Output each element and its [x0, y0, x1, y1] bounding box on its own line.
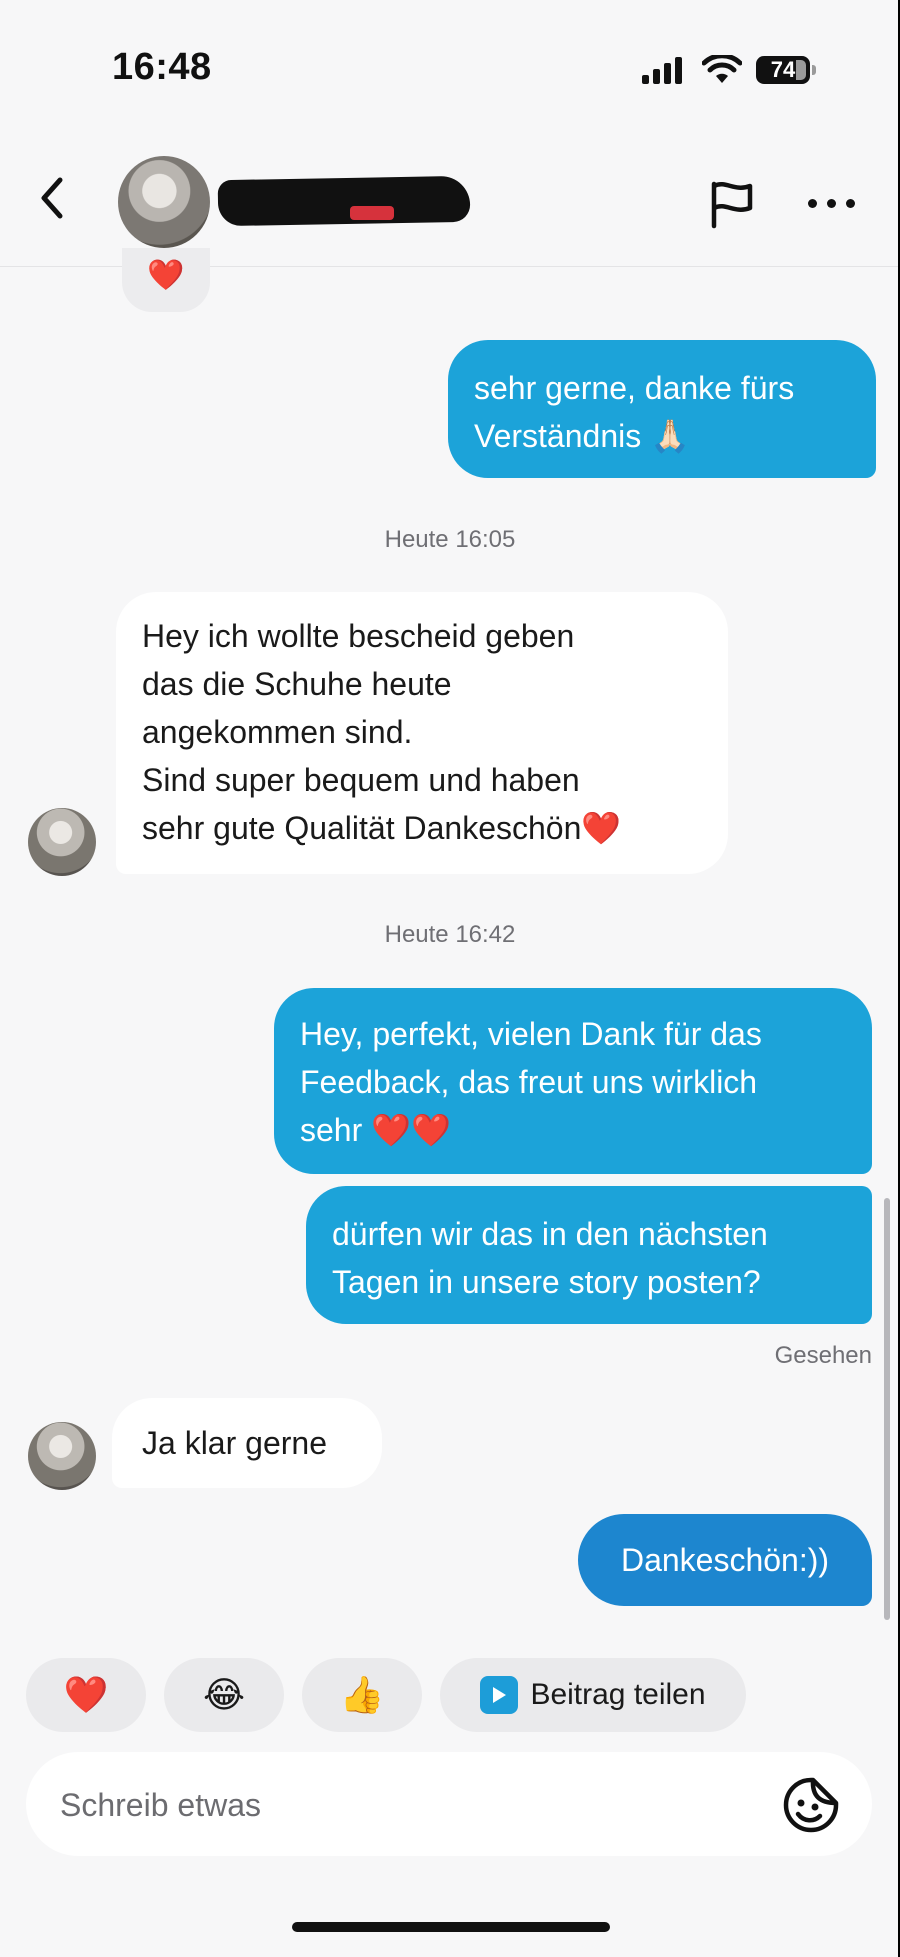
contact-name-redaction — [217, 175, 471, 227]
flag-icon — [711, 181, 753, 229]
message-text: Hey ich wollte bescheid geben das die Sc… — [142, 618, 622, 846]
signal-icon — [642, 57, 682, 84]
wifi-icon — [702, 55, 742, 83]
battery-indicator: 74 — [756, 56, 816, 84]
message-text: Hey, perfekt, vielen Dank für das Feedba… — [300, 1016, 762, 1148]
play-square-icon — [480, 1676, 519, 1714]
back-button[interactable] — [30, 172, 74, 224]
heart-reaction: ❤️ — [147, 259, 185, 292]
message-text: Dankeschön:)) — [620, 1542, 830, 1578]
timestamp: Heute 16:42 — [384, 921, 516, 948]
chat-screen: 16:48 74 ❤️ sehr gerne, danke fürs Verst… — [0, 0, 900, 1957]
quick-thumbs-up-button[interactable]: 👍 — [302, 1658, 422, 1732]
message-reaction[interactable]: ❤️ — [122, 248, 210, 312]
outgoing-message[interactable]: dürfen wir das in den nächsten Tagen in … — [306, 1186, 872, 1324]
message-text: sehr gerne, danke fürs Verständnis 🙏🏻 — [474, 370, 795, 454]
contact-avatar[interactable] — [118, 156, 210, 248]
sticker-button[interactable] — [782, 1776, 840, 1834]
battery-level: 74 — [770, 57, 796, 82]
quick-heart-button[interactable]: ❤️ — [26, 1658, 146, 1732]
laughing-emoji-icon: 😂 — [202, 1674, 246, 1715]
message-input[interactable] — [58, 1778, 762, 1832]
home-indicator[interactable] — [292, 1922, 610, 1932]
chat-header — [0, 130, 900, 267]
status-time: 16:48 — [112, 46, 212, 88]
sticker-icon — [783, 1777, 839, 1833]
report-button[interactable] — [706, 178, 758, 230]
share-post-label: Beitrag teilen — [530, 1678, 706, 1711]
more-horizontal-icon — [808, 198, 817, 208]
redaction-mark — [350, 206, 394, 220]
share-post-button[interactable]: Beitrag teilen — [440, 1658, 746, 1732]
sender-avatar — [28, 1422, 96, 1490]
incoming-message[interactable]: Hey ich wollte bescheid geben das die Sc… — [116, 592, 728, 874]
outgoing-message[interactable]: sehr gerne, danke fürs Verständnis 🙏🏻 — [448, 340, 876, 478]
chevron-left-icon — [41, 177, 63, 219]
timestamp: Heute 16:05 — [384, 526, 516, 553]
heart-icon: ❤️ — [63, 1674, 109, 1715]
quick-reactions: ❤️ 😂 👍 Beitrag teilen — [26, 1658, 746, 1734]
more-options-button[interactable] — [808, 188, 862, 218]
status-icons: 74 — [640, 50, 816, 90]
seen-status: Gesehen — [774, 1342, 872, 1369]
incoming-message[interactable]: Ja klar gerne — [112, 1398, 382, 1488]
scrollbar[interactable] — [884, 1198, 890, 1620]
message-text: dürfen wir das in den nächsten Tagen in … — [332, 1216, 768, 1300]
message-composer — [26, 1752, 872, 1856]
sender-avatar — [28, 808, 96, 876]
outgoing-message[interactable]: Dankeschön:)) — [578, 1514, 872, 1606]
outgoing-message[interactable]: Hey, perfekt, vielen Dank für das Feedba… — [274, 988, 872, 1174]
message-text: Ja klar gerne — [142, 1425, 327, 1461]
thumbs-up-icon: 👍 — [339, 1674, 385, 1715]
quick-laugh-button[interactable]: 😂 — [164, 1658, 284, 1732]
